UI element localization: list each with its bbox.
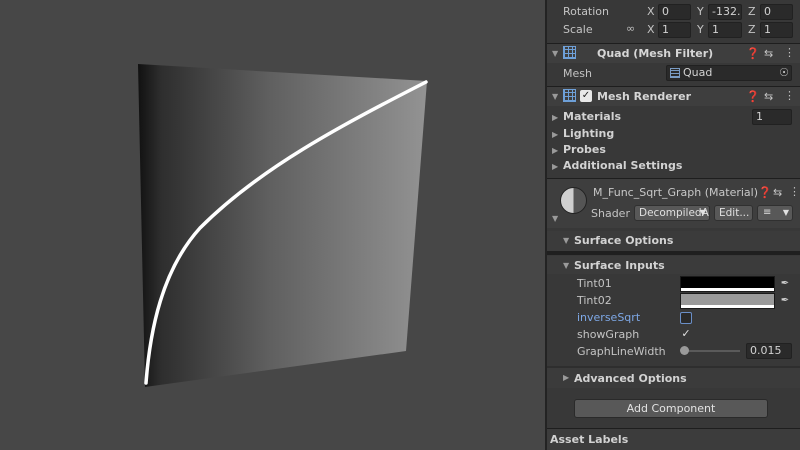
scale-z-label: Z <box>748 23 756 36</box>
tint02-color <box>681 294 774 305</box>
mesh-renderer-header[interactable]: ▼ ✓ Mesh Renderer ❓ ⇆ ⋮ <box>547 86 800 106</box>
advanced-options-foldout[interactable]: Advanced Options <box>574 372 687 385</box>
foldout-arrow-icon[interactable]: ▶ <box>552 146 558 155</box>
mesh-renderer-title: Mesh Renderer <box>597 90 692 103</box>
surface-inputs-foldout[interactable]: Surface Inputs <box>574 259 665 272</box>
shader-label: Shader <box>591 207 630 220</box>
tint01-label: Tint01 <box>577 277 612 290</box>
mesh-filter-header[interactable]: ▼ Quad (Mesh Filter) ❓ ⇆ ⋮ <box>547 43 800 63</box>
tint01-color-field[interactable] <box>680 276 775 292</box>
chevron-down-icon: ▼ <box>782 208 789 217</box>
advanced-options-row[interactable]: ▶ Advanced Options <box>547 368 800 388</box>
rotation-z-label: Z <box>748 5 756 18</box>
materials-foldout[interactable]: Materials <box>563 110 621 123</box>
asset-labels-bar[interactable]: Asset Labels <box>547 428 800 450</box>
scale-y-field[interactable]: 1 <box>708 22 742 38</box>
graph-line-width-field[interactable]: 0.015 <box>746 343 792 359</box>
tint01-alpha-bar <box>681 288 774 291</box>
mesh-renderer-icon <box>563 89 576 102</box>
foldout-arrow-icon[interactable]: ▼ <box>552 214 558 223</box>
mesh-filter-icon <box>563 46 576 59</box>
help-icon[interactable]: ❓ <box>746 90 760 103</box>
enabled-checkbox[interactable]: ✓ <box>580 90 592 102</box>
show-graph-checkbox[interactable]: ✓ <box>680 328 692 341</box>
inverse-sqrt-checkbox[interactable] <box>680 312 692 324</box>
tint02-label: Tint02 <box>577 294 612 307</box>
lighting-foldout[interactable]: Lighting <box>563 127 614 140</box>
mesh-label: Mesh <box>563 67 592 80</box>
quad-render <box>138 64 428 387</box>
object-picker-icon[interactable]: ☉ <box>779 66 789 80</box>
inverse-sqrt-label: inverseSqrt <box>577 311 641 324</box>
shader-options-dropdown[interactable]: ≡ ▼ <box>757 205 793 221</box>
mesh-filter-title: Quad (Mesh Filter) <box>597 47 714 60</box>
material-preview-sphere <box>560 187 587 214</box>
scale-x-label: X <box>647 23 655 36</box>
foldout-arrow-icon[interactable]: ▶ <box>552 113 558 122</box>
more-menu-icon[interactable]: ⋮ <box>789 185 800 198</box>
edit-shader-button[interactable]: Edit... <box>714 205 753 221</box>
probes-foldout[interactable]: Probes <box>563 143 606 156</box>
link-icon[interactable]: ∞ <box>626 22 635 35</box>
foldout-arrow-icon[interactable]: ▶ <box>552 162 558 171</box>
chevron-down-icon: ▼ <box>699 208 706 217</box>
rotation-y-field[interactable]: -132.5 <box>708 4 742 20</box>
unity-editor: Rotation X 0 Y -132.5 Z 0 Scale ∞ X 1 Y … <box>0 0 800 450</box>
surface-options-row[interactable]: ▼ Surface Options <box>547 231 800 251</box>
help-icon[interactable]: ❓ <box>758 186 772 199</box>
add-component-button[interactable]: Add Component <box>574 399 768 418</box>
foldout-arrow-icon[interactable]: ▶ <box>563 373 569 382</box>
list-icon: ≡ <box>763 207 772 218</box>
preset-icon[interactable]: ⇆ <box>764 90 773 103</box>
foldout-arrow-icon[interactable]: ▼ <box>552 92 558 101</box>
scale-y-label: Y <box>697 23 704 36</box>
foldout-arrow-icon[interactable]: ▼ <box>563 236 569 245</box>
rotation-y-label: Y <box>697 5 704 18</box>
material-name: M_Func_Sqrt_Graph (Material) <box>593 186 759 199</box>
quad-mesh[interactable] <box>138 64 427 387</box>
tint02-color-field[interactable] <box>680 293 775 309</box>
graph-line-width-label: GraphLineWidth <box>577 345 666 358</box>
preset-icon[interactable]: ⇆ <box>773 186 782 199</box>
surface-inputs-row[interactable]: ▼ Surface Inputs <box>547 256 800 274</box>
mesh-value: Quad <box>683 66 713 79</box>
scale-label: Scale <box>563 23 593 36</box>
tint02-alpha-bar <box>681 305 774 308</box>
scene-view[interactable] <box>0 0 545 450</box>
shader-value: DecompiledA <box>639 207 709 219</box>
more-menu-icon[interactable]: ⋮ <box>784 46 795 59</box>
foldout-arrow-icon[interactable]: ▼ <box>552 49 558 58</box>
show-graph-label: showGraph <box>577 328 640 341</box>
rotation-label: Rotation <box>563 5 610 18</box>
foldout-arrow-icon[interactable]: ▶ <box>552 130 558 139</box>
rotation-z-field[interactable]: 0 <box>760 4 793 20</box>
scale-x-field[interactable]: 1 <box>658 22 691 38</box>
eyedropper-icon[interactable]: ✒ <box>778 277 792 291</box>
rotation-x-field[interactable]: 0 <box>658 4 691 20</box>
inspector-panel: Rotation X 0 Y -132.5 Z 0 Scale ∞ X 1 Y … <box>547 0 800 450</box>
asset-labels-title: Asset Labels <box>550 433 629 446</box>
mesh-field[interactable]: Quad ☉ <box>666 65 792 81</box>
tint01-color <box>681 277 774 288</box>
eyedropper-icon[interactable]: ✒ <box>778 294 792 308</box>
preset-icon[interactable]: ⇆ <box>764 47 773 60</box>
additional-settings-foldout[interactable]: Additional Settings <box>563 159 682 172</box>
more-menu-icon[interactable]: ⋮ <box>784 89 795 102</box>
rotation-x-label: X <box>647 5 655 18</box>
help-icon[interactable]: ❓ <box>746 47 760 60</box>
scale-z-field[interactable]: 1 <box>760 22 793 38</box>
surface-options-foldout[interactable]: Surface Options <box>574 234 673 247</box>
graph-line-width-slider-thumb[interactable] <box>680 346 689 355</box>
section-separator <box>547 251 800 255</box>
graph-line-width-slider-track[interactable] <box>684 350 740 352</box>
mesh-icon <box>670 68 680 78</box>
material-header[interactable]: M_Func_Sqrt_Graph (Material) ❓ ⇆ ⋮ ▼ Sha… <box>547 178 800 228</box>
materials-count-field[interactable]: 1 <box>752 109 792 125</box>
shader-dropdown[interactable]: DecompiledA ▼ <box>634 205 710 221</box>
foldout-arrow-icon[interactable]: ▼ <box>563 261 569 270</box>
